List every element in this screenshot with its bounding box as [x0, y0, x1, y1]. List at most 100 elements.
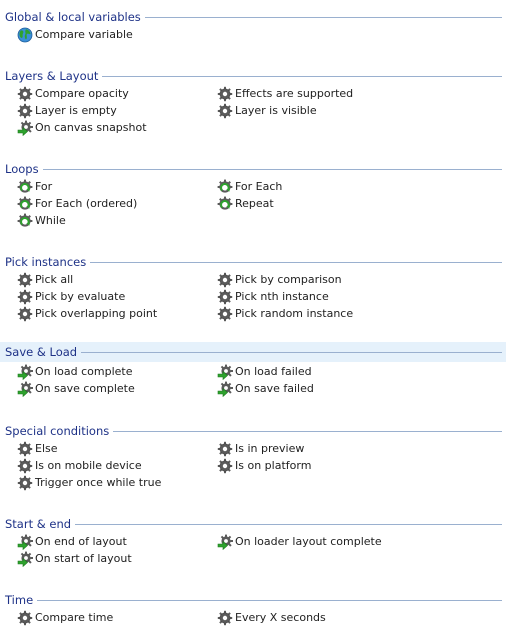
gear-icon	[17, 458, 33, 474]
section-divider	[37, 600, 502, 601]
trigger-arrow-icon	[217, 364, 233, 380]
section-header[interactable]: Time	[5, 591, 33, 609]
section-divider	[42, 169, 502, 170]
trigger-arrow-icon	[17, 551, 33, 567]
loop-icon	[217, 179, 233, 195]
gear-icon	[17, 289, 33, 305]
section-title: Start & end	[5, 517, 72, 531]
section-header[interactable]: Loops	[5, 160, 39, 178]
gear-icon	[17, 272, 33, 288]
section-saveload: Save & Load	[0, 342, 506, 362]
condition-item[interactable]: On save failed	[217, 380, 314, 397]
condition-label: On load failed	[235, 365, 312, 378]
section-divider	[90, 262, 502, 263]
condition-item[interactable]: Pick by comparison	[217, 271, 342, 288]
section-header[interactable]: Start & end	[5, 515, 71, 533]
condition-item[interactable]: Compare time	[17, 609, 113, 626]
section-title: Global & local variables	[5, 10, 141, 24]
condition-item[interactable]: For Each (ordered)	[17, 195, 137, 212]
gear-icon	[217, 289, 233, 305]
condition-label: Effects are supported	[235, 87, 354, 100]
section-header[interactable]: Layers & Layout	[5, 67, 98, 85]
condition-label: Pick overlapping point	[35, 307, 158, 320]
condition-label: Pick all	[35, 273, 74, 286]
condition-label: Pick by comparison	[235, 273, 342, 286]
section-title: Loops	[5, 162, 39, 176]
condition-item[interactable]: Compare variable	[17, 26, 133, 43]
condition-item[interactable]: On start of layout	[17, 550, 132, 567]
condition-item[interactable]: Layer is visible	[217, 102, 317, 119]
condition-item[interactable]: On load complete	[17, 363, 133, 380]
condition-label: For Each	[235, 180, 283, 193]
condition-item[interactable]: Is in preview	[217, 440, 304, 457]
condition-label: Layer is visible	[235, 104, 317, 117]
condition-label: Is on platform	[235, 459, 312, 472]
condition-item[interactable]: Layer is empty	[17, 102, 117, 119]
condition-label: On start of layout	[35, 552, 132, 565]
condition-label: Layer is empty	[35, 104, 117, 117]
condition-item[interactable]: Pick random instance	[217, 305, 353, 322]
condition-item[interactable]: Effects are supported	[217, 85, 353, 102]
condition-item[interactable]: Pick overlapping point	[17, 305, 157, 322]
gear-icon	[17, 103, 33, 119]
gear-icon	[217, 306, 233, 322]
condition-item[interactable]: On save complete	[17, 380, 135, 397]
condition-item[interactable]: Else	[17, 440, 58, 457]
condition-item[interactable]: Pick all	[17, 271, 73, 288]
condition-item[interactable]: For	[17, 178, 52, 195]
trigger-arrow-icon	[217, 534, 233, 550]
trigger-arrow-icon	[17, 364, 33, 380]
condition-item[interactable]: Pick nth instance	[217, 288, 329, 305]
condition-item[interactable]: On loader layout complete	[217, 533, 382, 550]
condition-label: On save complete	[35, 382, 135, 395]
condition-label: Is in preview	[235, 442, 305, 455]
loop-icon	[217, 196, 233, 212]
section-divider	[144, 17, 502, 18]
condition-label: For Each (ordered)	[35, 197, 138, 210]
condition-item[interactable]: Is on mobile device	[17, 457, 142, 474]
section-divider	[81, 352, 502, 353]
section-title: Save & Load	[5, 345, 78, 359]
gear-icon	[217, 458, 233, 474]
trigger-arrow-icon	[17, 534, 33, 550]
gear-icon	[17, 475, 33, 491]
loop-icon	[17, 179, 33, 195]
condition-item[interactable]: On load failed	[217, 363, 312, 380]
section-title: Special conditions	[5, 424, 110, 438]
loop-icon	[17, 213, 33, 229]
condition-item[interactable]: Trigger once while true	[17, 474, 161, 491]
condition-label: On end of layout	[35, 535, 127, 548]
gear-icon	[17, 610, 33, 626]
condition-item[interactable]: Repeat	[217, 195, 274, 212]
gear-icon	[217, 272, 233, 288]
section-title: Time	[5, 593, 34, 607]
condition-item[interactable]: Pick by evaluate	[17, 288, 125, 305]
section-header[interactable]: Pick instances	[5, 253, 86, 271]
condition-label: On canvas snapshot	[35, 121, 147, 134]
gear-icon	[17, 441, 33, 457]
condition-item[interactable]: For Each	[217, 178, 282, 195]
section-header[interactable]: Global & local variables	[5, 8, 141, 26]
section-divider	[102, 76, 502, 77]
section-header[interactable]: Save & Load	[5, 343, 77, 361]
condition-item[interactable]: Compare opacity	[17, 85, 129, 102]
trigger-arrow-icon	[17, 381, 33, 397]
gear-icon	[217, 441, 233, 457]
section-divider	[75, 524, 502, 525]
section-header[interactable]: Special conditions	[5, 422, 109, 440]
condition-item[interactable]: On canvas snapshot	[17, 119, 147, 136]
condition-label: Trigger once while true	[35, 476, 162, 489]
condition-item[interactable]: On end of layout	[17, 533, 127, 550]
section-title: Pick instances	[5, 255, 87, 269]
condition-item[interactable]: While	[17, 212, 66, 229]
condition-item[interactable]: Is on platform	[217, 457, 311, 474]
globe-icon	[17, 27, 33, 43]
trigger-arrow-icon	[17, 120, 33, 136]
condition-label: Compare variable	[35, 28, 133, 41]
condition-label: Else	[35, 442, 58, 455]
gear-icon	[17, 306, 33, 322]
condition-label: Compare opacity	[35, 87, 129, 100]
condition-label: Every X seconds	[235, 611, 326, 624]
condition-item[interactable]: Every X seconds	[217, 609, 326, 626]
condition-label: Compare time	[35, 611, 114, 624]
